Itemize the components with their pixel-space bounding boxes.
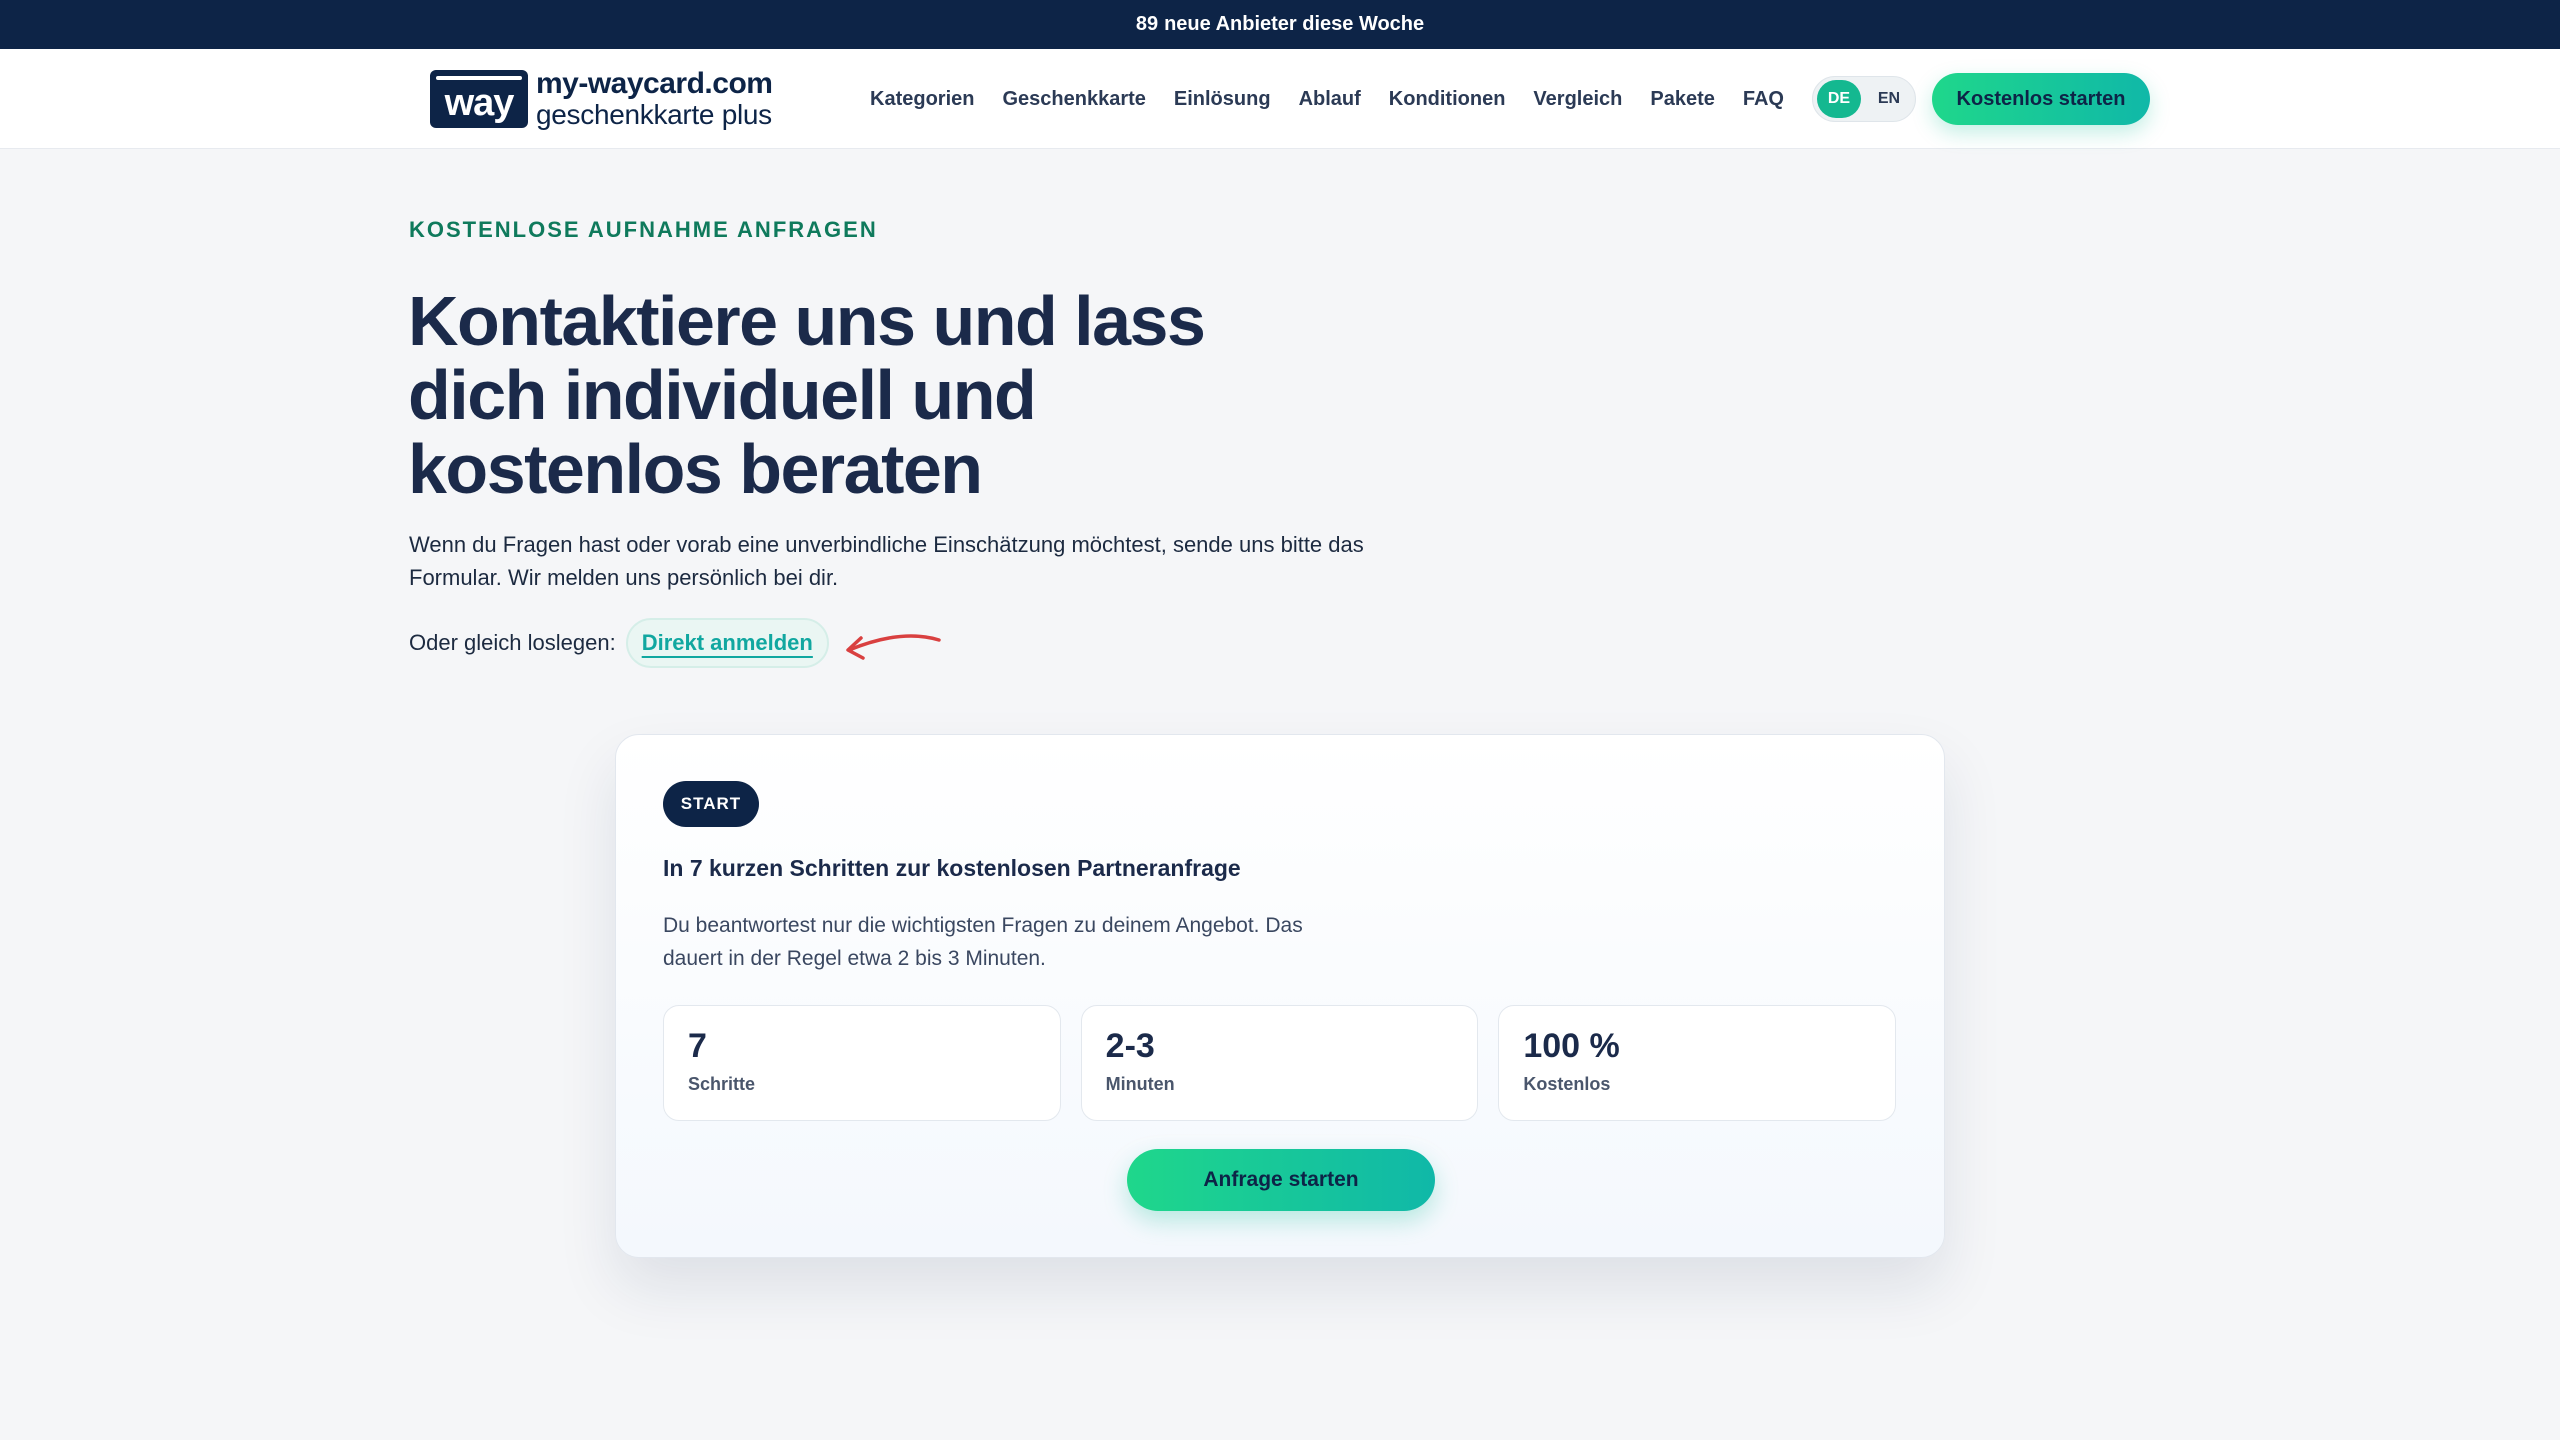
direct-signup-link[interactable]: Direkt anmelden — [625, 618, 829, 668]
stats-row: 7 Schritte 2-3 Minuten 100 % Kostenlos — [663, 1005, 1897, 1121]
nav-item-ablauf[interactable]: Ablauf — [1299, 88, 1361, 111]
nav-item-kategorien[interactable]: Kategorien — [870, 88, 974, 111]
hero-intro: Wenn du Fragen hast oder vorab eine unve… — [409, 532, 1364, 590]
logo-tagline: geschenkkarte plus — [536, 99, 772, 130]
nav-item-einloesung[interactable]: Einlösung — [1174, 88, 1271, 111]
logo-badge-text: way — [444, 81, 515, 124]
site-header: way my-waycard.com geschenkkarte plus Ka… — [0, 49, 2560, 149]
main-nav: Kategorien Geschenkkarte Einlösung Ablau… — [870, 49, 1784, 149]
stat-label: Schritte — [688, 1074, 756, 1094]
direct-signup-prefix: Oder gleich loslegen: — [409, 630, 616, 655]
start-free-button[interactable]: Kostenlos starten — [1932, 73, 2150, 125]
page-title: Kontaktiere uns und lass dich individuel… — [408, 282, 1206, 508]
arrow-left-icon — [846, 634, 941, 660]
stat-card-steps: 7 Schritte — [663, 1005, 1061, 1121]
stat-value: 7 — [688, 1027, 707, 1065]
stat-value: 2-3 — [1105, 1027, 1155, 1065]
nav-item-konditionen[interactable]: Konditionen — [1389, 88, 1506, 111]
start-request-button[interactable]: Anfrage starten — [1127, 1149, 1435, 1211]
announcement-text: neue Anbieter diese Woche — [1164, 13, 1425, 35]
card-title: In 7 kurzen Schritten zur kostenlosen Pa… — [663, 855, 1241, 881]
logo-text: my-waycard.com geschenkkarte plus — [536, 67, 773, 130]
hero-eyebrow: KOSTENLOSE AUFNAHME ANFRAGEN — [409, 217, 878, 242]
nav-item-faq[interactable]: FAQ — [1743, 88, 1784, 111]
announcement-bar: 89 neue Anbieter diese Woche — [0, 0, 2560, 49]
logo-domain: my-waycard.com — [536, 67, 773, 100]
language-option-en[interactable]: EN — [1867, 80, 1911, 118]
card-description: Du beantwortest nur die wichtigsten Frag… — [663, 914, 1303, 970]
nav-item-pakete[interactable]: Pakete — [1650, 88, 1715, 111]
stat-card-free: 100 % Kostenlos — [1498, 1005, 1897, 1121]
language-switcher: DE EN — [1812, 76, 1916, 122]
start-badge: START — [663, 781, 759, 827]
stat-label: Kostenlos — [1523, 1074, 1611, 1094]
brand-logo[interactable]: way my-waycard.com geschenkkarte plus — [430, 67, 773, 130]
stat-value: 100 % — [1523, 1027, 1620, 1065]
nav-item-vergleich[interactable]: Vergleich — [1533, 88, 1622, 111]
direct-signup-row: Oder gleich loslegen: Direkt anmelden — [409, 618, 829, 668]
logo-badge: way — [430, 70, 528, 128]
stat-label: Minuten — [1105, 1074, 1175, 1094]
language-option-de[interactable]: DE — [1817, 80, 1861, 118]
request-card: START In 7 kurzen Schritten zur kostenlo… — [615, 734, 1945, 1258]
stat-card-minutes: 2-3 Minuten — [1080, 1005, 1479, 1121]
new-providers-count: 89 — [1135, 13, 1159, 35]
nav-item-geschenkkarte[interactable]: Geschenkkarte — [1002, 88, 1145, 111]
